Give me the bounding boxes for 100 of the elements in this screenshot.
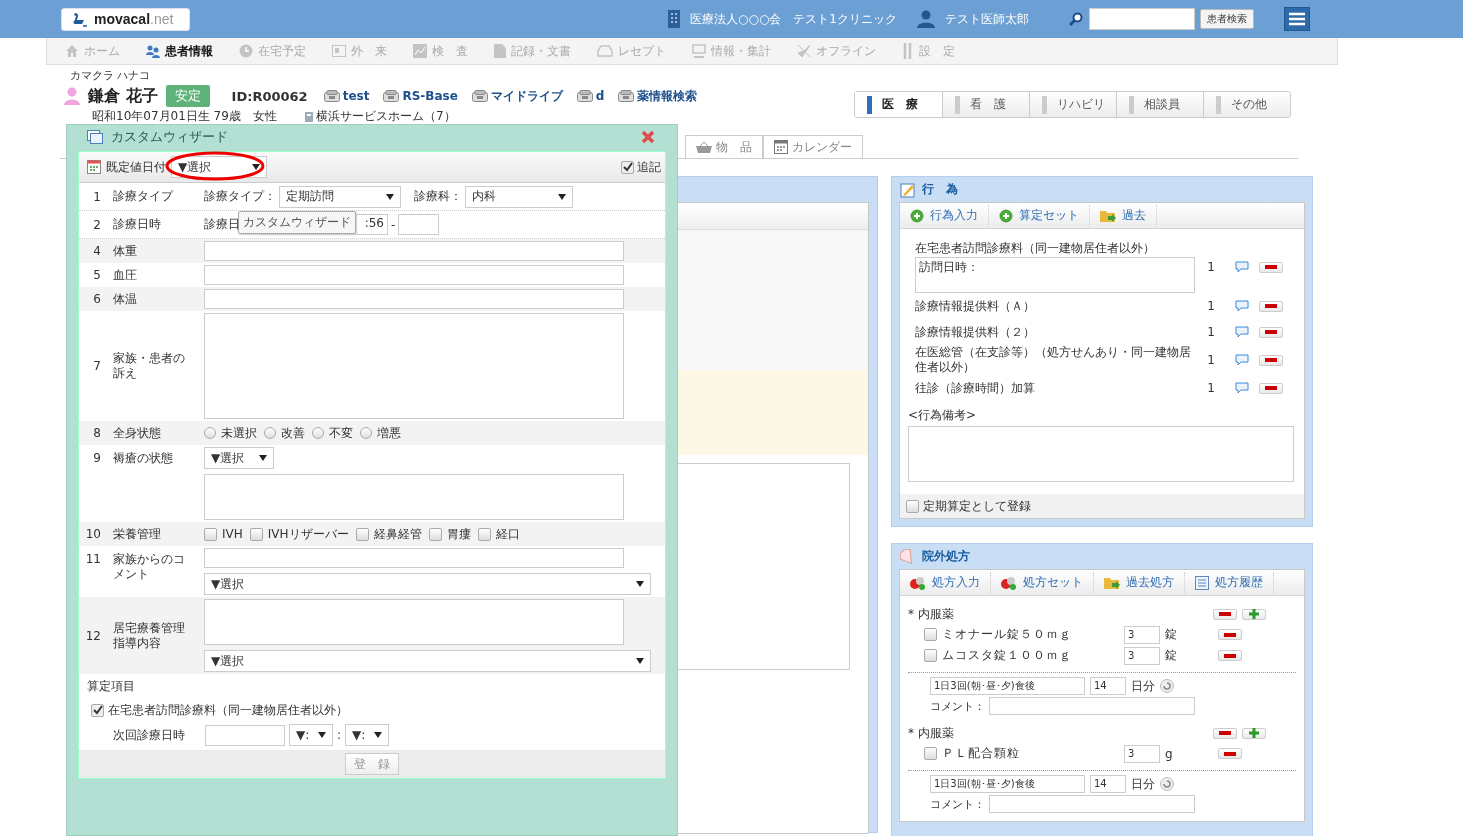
toolbar-button[interactable]: 処方入力: [900, 571, 991, 594]
radio-button[interactable]: [264, 427, 276, 439]
remove-button[interactable]: [1259, 300, 1283, 312]
comment-field[interactable]: [989, 697, 1195, 715]
procedure-name: 在医総管（在支診等）（処方せんあり・同一建物居住者以外）: [915, 345, 1192, 375]
checkbox[interactable]: [924, 649, 937, 662]
link[interactable]: RS-Base: [402, 89, 458, 103]
department-tab[interactable]: リハビリ: [1029, 92, 1116, 117]
speech-bubble-icon[interactable]: [1235, 300, 1249, 312]
remove-button[interactable]: [1213, 608, 1237, 620]
field-label: 家族からのコメント: [113, 552, 186, 582]
text-area[interactable]: [204, 599, 624, 645]
quantity-field[interactable]: 3: [1124, 625, 1160, 644]
department-tab[interactable]: 看 護: [942, 92, 1029, 117]
usage-field[interactable]: 1日3回(朝･昼･夕)食後: [930, 775, 1085, 793]
refresh-icon[interactable]: [1160, 679, 1174, 693]
remove-button[interactable]: [1218, 650, 1242, 661]
toolbar-button[interactable]: 過去処方: [1094, 571, 1185, 594]
link[interactable]: 薬情報検索: [637, 87, 698, 105]
drive-icon: [471, 90, 488, 102]
department-tab[interactable]: 相談員: [1116, 92, 1203, 117]
radio-button[interactable]: [204, 427, 216, 439]
nav-item[interactable]: 患者情報: [146, 42, 213, 60]
field-label: 家族・患者の訴え: [113, 351, 186, 381]
checkbox[interactable]: [428, 527, 442, 541]
comment-field[interactable]: [989, 795, 1195, 813]
row-number: 7: [92, 359, 102, 373]
checkbox[interactable]: [924, 628, 937, 641]
menu-button[interactable]: [1284, 7, 1310, 31]
speech-bubble-icon[interactable]: [1235, 382, 1249, 394]
remove-button[interactable]: [1259, 261, 1283, 273]
quantity-field[interactable]: 3: [1124, 744, 1160, 763]
input-field[interactable]: [204, 265, 624, 285]
radio-button[interactable]: [312, 427, 324, 439]
field-label: 診療タイプ：: [204, 188, 276, 205]
tooltip: カスタムウィザード: [238, 211, 356, 234]
dropdown[interactable]: ▼:: [289, 724, 333, 746]
checkbox[interactable]: [477, 527, 491, 541]
text-area[interactable]: [204, 474, 624, 520]
link[interactable]: マイドライブ: [490, 87, 563, 105]
remove-button[interactable]: [1259, 354, 1283, 366]
time-field[interactable]: [398, 214, 440, 235]
status-badge: 安定: [165, 85, 210, 107]
link[interactable]: test: [342, 89, 370, 103]
field-label: 血圧: [113, 267, 138, 283]
dropdown[interactable]: ▼:: [345, 724, 390, 746]
close-icon[interactable]: [641, 130, 655, 144]
checkbox[interactable]: [355, 527, 369, 541]
remove-button[interactable]: [1213, 727, 1237, 739]
section-label: 算定項目: [87, 678, 136, 695]
caret-icon: [259, 455, 267, 461]
refresh-icon[interactable]: [1160, 777, 1174, 791]
checkbox[interactable]: [906, 499, 919, 513]
radio-button[interactable]: [360, 427, 372, 439]
speech-bubble-icon[interactable]: [1235, 354, 1249, 366]
input-field[interactable]: [204, 289, 624, 309]
checkbox[interactable]: [924, 747, 937, 760]
speech-bubble-icon[interactable]: [1235, 261, 1249, 273]
text-area[interactable]: [908, 426, 1294, 482]
dropdown[interactable]: ▼選択: [204, 447, 274, 469]
dropdown[interactable]: ▼選択: [204, 573, 651, 595]
caret-icon: [252, 164, 260, 170]
checkbox[interactable]: [621, 160, 634, 174]
logo[interactable]: movacal.net: [61, 7, 190, 31]
add-button[interactable]: [1242, 727, 1266, 739]
checkbox[interactable]: [91, 703, 104, 717]
department-tab[interactable]: その他: [1203, 92, 1290, 117]
add-button[interactable]: [1242, 608, 1266, 620]
tab[interactable]: 物 品: [685, 135, 763, 158]
field-label: 体温: [113, 291, 138, 307]
speech-bubble-icon[interactable]: [1235, 326, 1249, 338]
patient-search-button[interactable]: 患者検索: [1200, 9, 1254, 29]
remove-button[interactable]: [1259, 382, 1283, 394]
date-field[interactable]: [205, 724, 285, 746]
text-area[interactable]: [204, 313, 624, 419]
text-area[interactable]: 訪問日時：: [915, 257, 1195, 293]
checkbox[interactable]: [204, 527, 217, 541]
dropdown[interactable]: 内科: [465, 185, 573, 208]
days-field[interactable]: 14: [1090, 677, 1126, 695]
link[interactable]: d: [595, 89, 605, 103]
remove-button[interactable]: [1259, 326, 1283, 338]
toolbar-button[interactable]: 行為入力: [900, 204, 989, 227]
search-field[interactable]: [1089, 8, 1195, 30]
usage-field[interactable]: 1日3回(朝･昼･夕)食後: [930, 677, 1085, 695]
pills-icon: [1001, 575, 1017, 590]
toolbar-button[interactable]: 処方履歴: [1185, 571, 1274, 594]
toolbar-button[interactable]: 算定セット: [989, 204, 1090, 227]
quantity-field[interactable]: 3: [1124, 646, 1160, 665]
remove-button[interactable]: [1218, 748, 1242, 759]
dropdown[interactable]: 定期訪問: [279, 185, 401, 208]
chart-icon: [413, 44, 427, 58]
remove-button[interactable]: [1218, 629, 1242, 640]
toolbar-button[interactable]: 処方セット: [991, 571, 1094, 594]
input-field[interactable]: [204, 241, 624, 261]
tab[interactable]: カレンダー: [763, 135, 863, 158]
input-field[interactable]: [204, 548, 624, 568]
days-field[interactable]: 14: [1090, 775, 1126, 793]
dropdown[interactable]: ▼選択: [204, 650, 651, 672]
checkbox[interactable]: [249, 527, 263, 541]
toolbar-button[interactable]: 過去: [1090, 204, 1157, 227]
